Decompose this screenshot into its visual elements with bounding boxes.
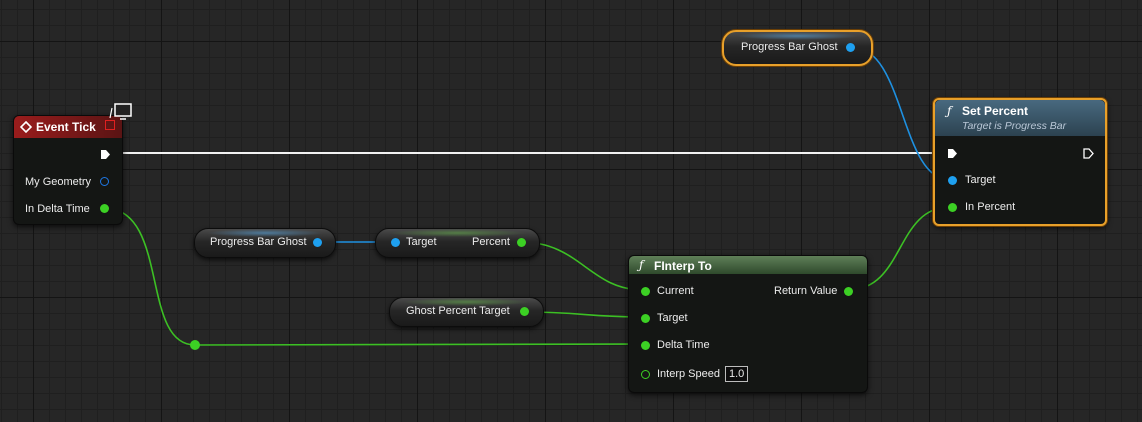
pin-label-target: Target xyxy=(657,312,688,324)
pin-label-in-delta-time: In Delta Time xyxy=(25,203,90,215)
my-geometry-pin[interactable] xyxy=(100,177,109,186)
return-value-pin[interactable] xyxy=(844,287,853,296)
event-tick-title: Event Tick xyxy=(36,120,96,134)
in-delta-time-pin[interactable] xyxy=(100,204,109,213)
interp-speed-input[interactable]: 1.0 xyxy=(725,366,749,382)
getter-output-pin[interactable] xyxy=(313,238,322,247)
interp-speed-pin[interactable] xyxy=(641,370,650,379)
pin-label-my-geometry: My Geometry xyxy=(25,176,92,188)
set-percent-subtitle: Target is Progress Bar xyxy=(962,120,1067,132)
exec-out-pin[interactable] xyxy=(100,149,111,160)
percent-getter-node[interactable]: Target Percent xyxy=(375,228,540,258)
pill-glow xyxy=(736,32,859,40)
reroute-knot[interactable] xyxy=(190,340,200,350)
pin-label-percent: Percent xyxy=(472,236,510,248)
event-tick-node[interactable]: Event Tick My Geometry In Delta Time xyxy=(13,115,123,225)
delta-time-wire-a[interactable] xyxy=(103,207,196,346)
getter-label: Progress Bar Ghost xyxy=(210,236,307,248)
percent-output-pin[interactable] xyxy=(517,238,526,247)
getter-label: Ghost Percent Target xyxy=(406,305,510,317)
delta-time-pin[interactable] xyxy=(641,341,650,350)
pin-label-in-percent: In Percent xyxy=(965,201,1016,213)
set-percent-node[interactable]: ƒ Set Percent Target is Progress Bar Tar… xyxy=(933,98,1107,226)
finterp-title: FInterp To xyxy=(654,259,712,273)
exec-in-pin[interactable] xyxy=(947,148,958,159)
pin-label-target: Target xyxy=(406,236,437,248)
target-pin[interactable] xyxy=(948,176,957,185)
monitor-icon xyxy=(109,103,132,120)
pin-label-target: Target xyxy=(965,174,996,186)
getter-output-pin[interactable] xyxy=(846,43,855,52)
pin-label-return-value: Return Value xyxy=(774,285,838,297)
target-pin[interactable] xyxy=(641,314,650,323)
percent-to-current-wire[interactable] xyxy=(520,241,644,291)
function-icon: ƒ xyxy=(639,258,644,272)
current-pin[interactable] xyxy=(641,287,650,296)
delta-time-wire-b[interactable] xyxy=(194,343,644,346)
progress-bar-ghost-getter-mid[interactable]: Progress Bar Ghost xyxy=(194,228,336,258)
in-percent-pin[interactable] xyxy=(948,203,957,212)
exec-out-pin[interactable] xyxy=(1083,148,1094,159)
getter-output-pin[interactable] xyxy=(520,307,529,316)
progress-bar-ghost-getter-top[interactable]: Progress Bar Ghost xyxy=(722,30,873,66)
finterp-to-node[interactable]: ƒ FInterp To Current Return Value Target… xyxy=(628,255,868,393)
pin-label-current: Current xyxy=(657,285,694,297)
getter-label: Progress Bar Ghost xyxy=(741,41,838,53)
set-percent-title: Set Percent xyxy=(962,104,1029,118)
function-icon: ƒ xyxy=(947,104,952,118)
event-icon xyxy=(20,121,32,133)
ghost-percent-target-getter[interactable]: Ghost Percent Target xyxy=(389,297,544,327)
percent-target-pin[interactable] xyxy=(391,238,400,247)
pin-label-delta-time: Delta Time xyxy=(657,339,710,351)
pin-label-interp-speed: Interp Speed xyxy=(657,368,720,380)
blueprint-graph-canvas[interactable]: Event Tick My Geometry In Delta Time Pro… xyxy=(0,0,1142,422)
